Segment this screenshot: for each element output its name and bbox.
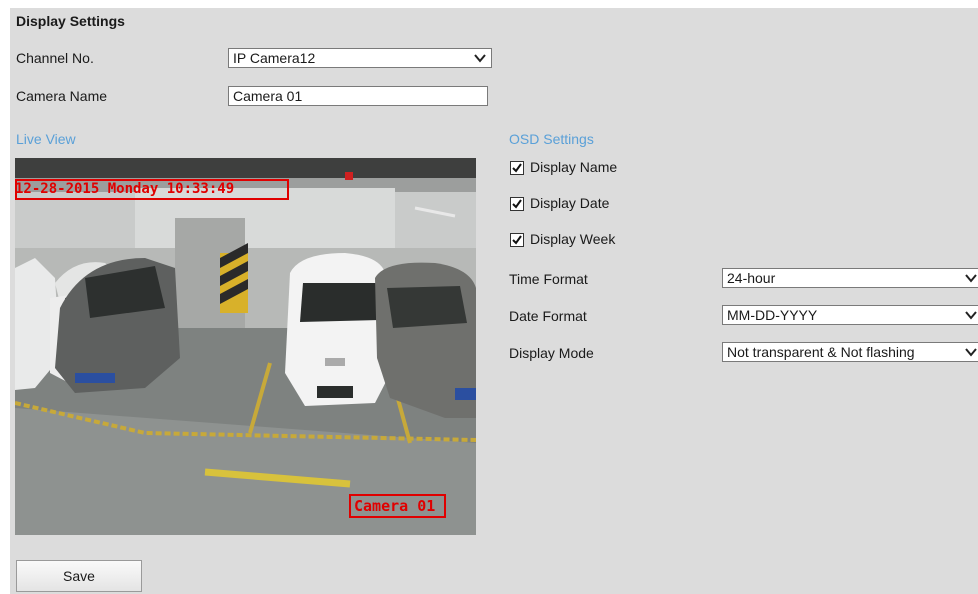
time-format-label: Time Format	[509, 271, 588, 287]
time-format-select[interactable]: 24-hour	[722, 268, 978, 288]
date-format-value: MM-DD-YYYY	[727, 307, 818, 323]
checkmark-icon	[512, 235, 522, 245]
display-name-checkbox[interactable]	[510, 161, 524, 175]
display-week-checkbox[interactable]	[510, 233, 524, 247]
display-week-label: Display Week	[530, 231, 616, 247]
chevron-down-icon	[965, 311, 977, 320]
display-mode-select[interactable]: Not transparent & Not flashing	[722, 342, 978, 362]
live-view-video[interactable]: 12-28-2015 Monday 10:33:49 Camera 01	[15, 158, 476, 535]
display-date-label: Display Date	[530, 195, 610, 211]
date-format-select[interactable]: MM-DD-YYYY	[722, 305, 978, 325]
live-view-heading: Live View	[16, 131, 76, 147]
camera-name-label: Camera Name	[16, 88, 108, 104]
time-format-value: 24-hour	[727, 270, 776, 286]
chevron-down-icon	[965, 348, 977, 357]
checkmark-icon	[512, 163, 522, 173]
display-settings-panel: Display Settings Channel No. IP Camera12…	[10, 8, 978, 594]
display-name-label: Display Name	[530, 159, 618, 175]
channel-label: Channel No.	[16, 50, 94, 66]
osd-datetime-text: 12-28-2015 Monday 10:33:49	[15, 181, 235, 197]
chevron-down-icon	[965, 274, 977, 283]
channel-select[interactable]: IP Camera12	[228, 48, 492, 68]
display-date-checkbox[interactable]	[510, 197, 524, 211]
osd-settings-heading: OSD Settings	[509, 131, 594, 147]
save-button[interactable]: Save	[16, 560, 142, 592]
display-mode-value: Not transparent & Not flashing	[727, 344, 915, 360]
osd-name-text: Camera 01	[354, 497, 436, 515]
channel-select-value: IP Camera12	[233, 50, 316, 66]
display-mode-label: Display Mode	[509, 345, 594, 361]
chevron-down-icon	[474, 54, 486, 63]
checkmark-icon	[512, 199, 522, 209]
date-format-label: Date Format	[509, 308, 587, 324]
parking-garage-image	[15, 158, 476, 535]
camera-name-input[interactable]: Camera 01	[228, 86, 488, 106]
page-title: Display Settings	[16, 13, 125, 29]
